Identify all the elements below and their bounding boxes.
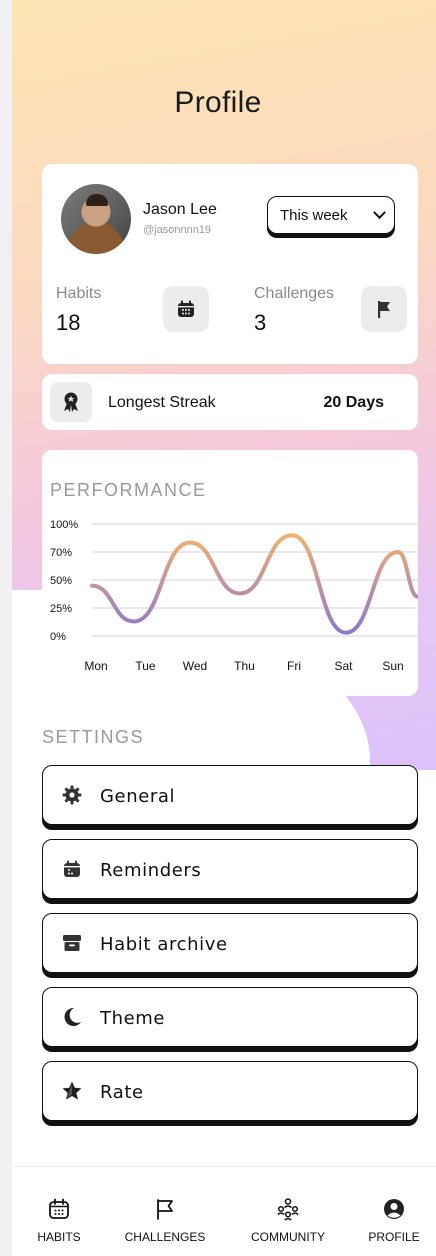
- avatar[interactable]: [61, 184, 131, 254]
- tab-profile[interactable]: PROFILE: [344, 1167, 436, 1256]
- community-icon: [277, 1198, 299, 1221]
- settings-general-label: General: [100, 786, 176, 807]
- user-icon: [384, 1199, 404, 1219]
- tab-community-label: COMMUNITY: [251, 1230, 325, 1244]
- x-tick-label: Mon: [84, 659, 107, 673]
- tab-challenges[interactable]: CHALLENGES: [115, 1167, 215, 1256]
- x-tick-label: Fri: [287, 659, 301, 673]
- streak-label: Longest Streak: [108, 394, 216, 411]
- settings-general-button[interactable]: General: [42, 765, 418, 825]
- bottom-tab-bar: HABITS CHALLENGES COMMUNITY PROFILE: [12, 1166, 436, 1256]
- habits-label: Habits: [56, 285, 102, 302]
- tab-profile-label: PROFILE: [368, 1230, 420, 1244]
- page-title: Profile: [174, 86, 262, 119]
- flag-icon: [157, 1199, 173, 1220]
- award-icon: [64, 392, 78, 412]
- streak-card: Longest Streak 20 Days: [42, 374, 418, 430]
- streak-badge: [50, 382, 92, 422]
- habits-count: 18: [56, 310, 81, 335]
- period-select-value: This week: [280, 206, 348, 224]
- challenges-stat-button[interactable]: [361, 286, 407, 332]
- challenges-label: Challenges: [254, 285, 335, 302]
- profile-card: Jason Lee @jasonnnn19 This week Habits 1…: [42, 164, 418, 364]
- calendar-icon: [178, 300, 194, 317]
- settings-habit-archive-label: Habit archive: [100, 934, 228, 955]
- x-tick-label: Wed: [183, 659, 207, 673]
- streak-value: 20 Days: [323, 394, 385, 411]
- settings-rate-button[interactable]: Rate: [42, 1061, 418, 1121]
- chevron-down-icon: [373, 205, 386, 219]
- settings-theme-label: Theme: [100, 1008, 166, 1029]
- calendar-icon: [61, 858, 83, 880]
- user-handle: @jasonnnn19: [143, 224, 212, 236]
- performance-card: PERFORMANCE 100% 70% 50% 25% 0% Mon Tue Wed Thu F…: [42, 450, 418, 696]
- settings-theme-button[interactable]: Theme: [42, 987, 418, 1047]
- tab-challenges-label: CHALLENGES: [124, 1230, 206, 1244]
- performance-chart: 100% 70% 50% 25% 0% Mon Tue Wed Thu Fri Sat Sun: [50, 519, 418, 673]
- left-edge: [0, 0, 12, 1256]
- flag-icon: [378, 301, 390, 318]
- settings-rate-label: Rate: [100, 1082, 144, 1103]
- challenges-count: 3: [254, 310, 267, 335]
- y-tick-label: 0%: [50, 631, 66, 643]
- calendar-icon: [49, 1198, 69, 1219]
- settings-reminders-button[interactable]: Reminders: [42, 839, 418, 899]
- tab-community[interactable]: COMMUNITY: [238, 1167, 338, 1256]
- period-select[interactable]: This week: [267, 196, 395, 234]
- x-tick-label: Sat: [334, 659, 353, 673]
- app-screen: Profile Jason Lee @jasonnnn19 This week …: [0, 0, 436, 1256]
- settings-habit-archive-button[interactable]: Habit archive: [42, 913, 418, 973]
- gear-icon: [61, 784, 83, 806]
- y-tick-label: 50%: [50, 575, 72, 587]
- archive-icon: [61, 932, 83, 954]
- y-tick-label: 25%: [50, 603, 72, 615]
- x-tick-label: Sun: [382, 659, 403, 673]
- star-icon: [61, 1080, 83, 1102]
- performance-series-line: [90, 533, 418, 635]
- tab-habits-label: HABITS: [37, 1230, 81, 1244]
- user-name: Jason Lee: [143, 201, 217, 218]
- y-tick-label: 100%: [50, 519, 78, 531]
- settings-reminders-label: Reminders: [100, 860, 202, 881]
- performance-title: PERFORMANCE: [50, 480, 207, 500]
- x-tick-label: Tue: [135, 659, 156, 673]
- settings-title: SETTINGS: [42, 727, 145, 747]
- tab-habits[interactable]: HABITS: [9, 1167, 109, 1256]
- x-tick-label: Thu: [234, 659, 255, 673]
- moon-icon: [61, 1006, 83, 1028]
- habits-stat-button[interactable]: [163, 286, 209, 332]
- y-tick-label: 70%: [50, 547, 72, 559]
